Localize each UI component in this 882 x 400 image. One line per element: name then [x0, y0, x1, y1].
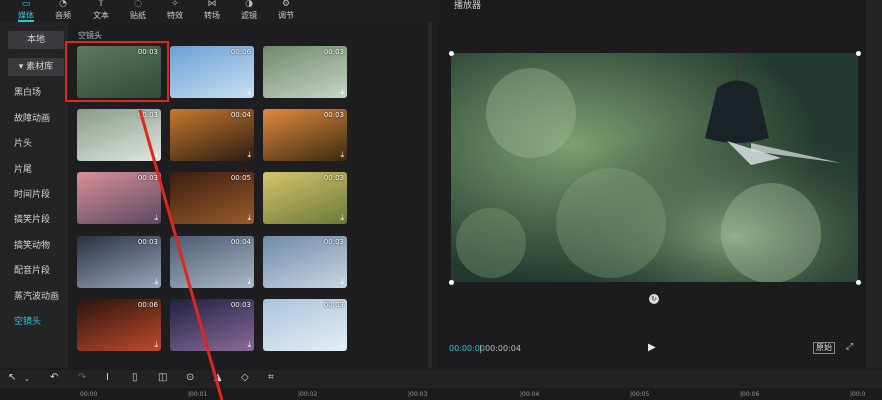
highlight-arrow	[138, 109, 224, 400]
